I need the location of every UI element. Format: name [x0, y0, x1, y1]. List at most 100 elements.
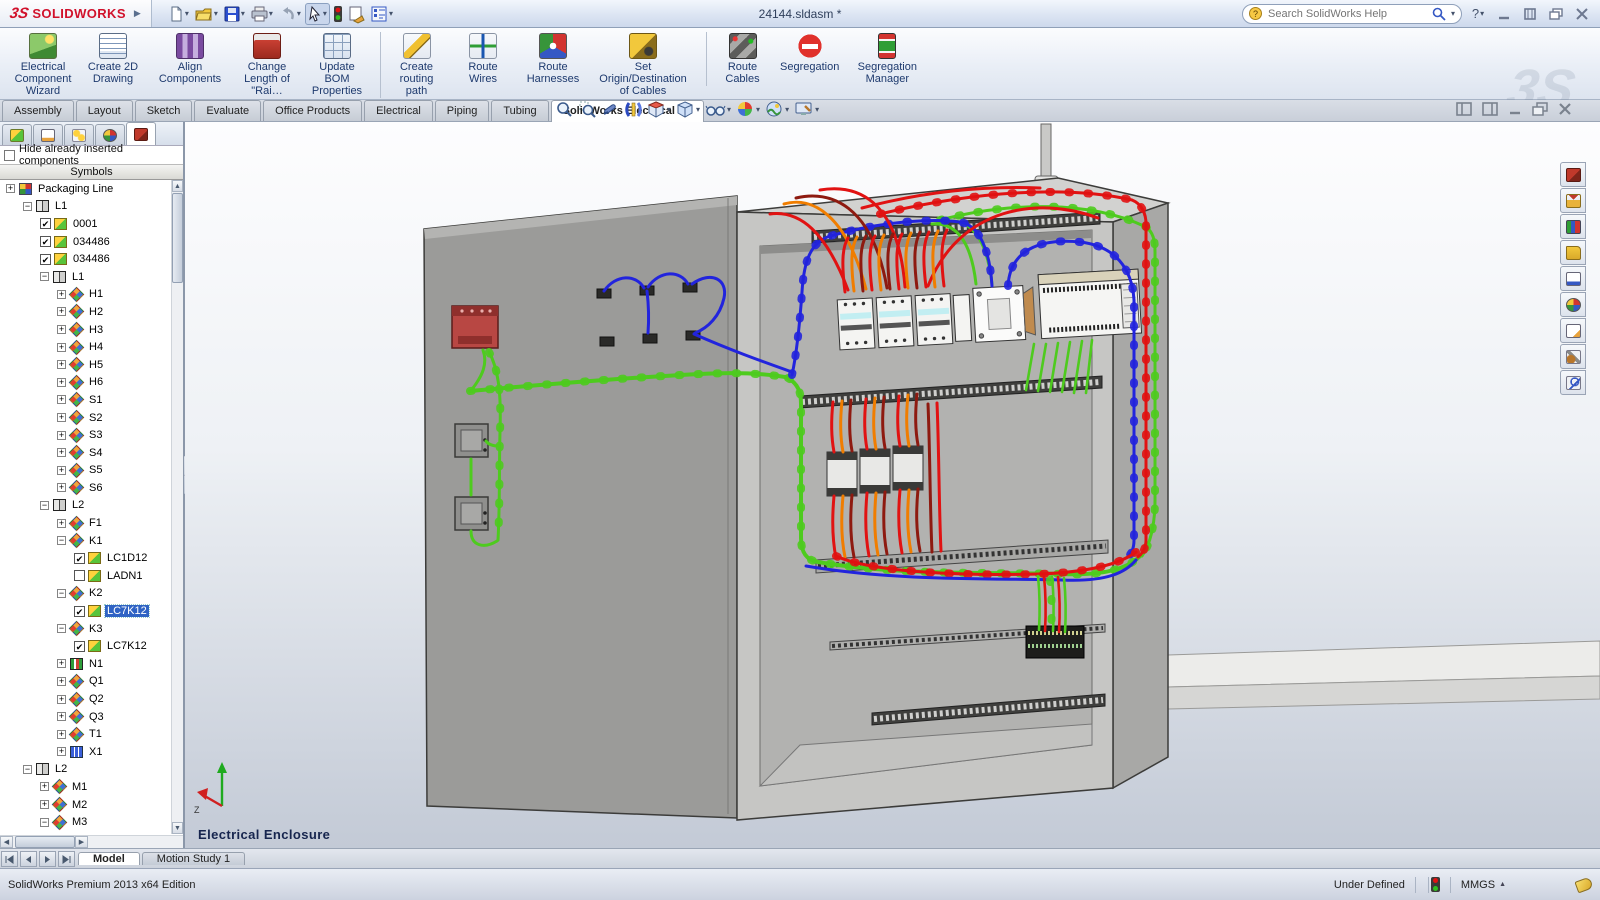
tree-item[interactable]: − M3	[0, 813, 171, 831]
first-tab-button[interactable]	[1, 851, 18, 867]
search-icon[interactable]	[1432, 7, 1446, 21]
tree-item[interactable]: + S2	[0, 409, 171, 427]
tab-electrical-manager[interactable]	[1560, 162, 1586, 187]
scroll-left-button[interactable]: ◀	[0, 836, 13, 848]
minus-toggle[interactable]: −	[57, 536, 66, 545]
minus-toggle[interactable]: −	[23, 765, 32, 774]
tree-item[interactable]: 034486	[0, 233, 171, 251]
plus-toggle[interactable]: +	[40, 782, 49, 791]
help-button[interactable]: ?▾	[1468, 6, 1488, 22]
units-dropdown-arrow[interactable]: ▲	[1499, 881, 1506, 888]
help-search-box[interactable]: ? ▾	[1242, 4, 1462, 24]
plc-module[interactable]	[1038, 269, 1141, 338]
search-scope-arrow[interactable]: ▾	[1451, 9, 1455, 18]
zoom-to-area-button[interactable]	[579, 101, 596, 118]
ribbon-bom-button[interactable]: Update BOM Properties	[304, 32, 370, 98]
search-input[interactable]	[1266, 7, 1428, 21]
plus-toggle[interactable]: +	[57, 395, 66, 404]
plus-toggle[interactable]: +	[57, 343, 66, 352]
tab-layout[interactable]: Layout	[76, 100, 133, 121]
plus-toggle[interactable]: +	[6, 184, 15, 193]
plus-toggle[interactable]: +	[57, 519, 66, 528]
tree-item[interactable]: + S3	[0, 426, 171, 444]
tree-item[interactable]: + M2	[0, 796, 171, 814]
view-settings-button[interactable]: ▾	[795, 102, 819, 118]
visibility-checkbox[interactable]	[74, 606, 85, 617]
tab-office-products[interactable]: Office Products	[263, 100, 362, 121]
scroll-down-button[interactable]: ▼	[172, 822, 183, 834]
tab-file-explorer[interactable]	[1560, 240, 1586, 265]
unit-system-selector[interactable]: MMGS ▲	[1461, 879, 1506, 891]
tab-tubing[interactable]: Tubing	[491, 100, 548, 121]
plus-toggle[interactable]: +	[57, 712, 66, 721]
visibility-checkbox[interactable]	[40, 254, 51, 265]
tree-item[interactable]: − K1	[0, 532, 171, 550]
tree-item[interactable]: + Q3	[0, 708, 171, 726]
plus-toggle[interactable]: +	[57, 695, 66, 704]
tab-hierarchy[interactable]	[64, 124, 94, 145]
ribbon-path-button[interactable]: Create routing path	[380, 32, 446, 98]
tree-item[interactable]: + H1	[0, 286, 171, 304]
tree-item[interactable]: + S5	[0, 462, 171, 480]
tree-item[interactable]: + H2	[0, 303, 171, 321]
scrollbar-thumb[interactable]	[172, 193, 183, 283]
plus-toggle[interactable]: +	[57, 747, 66, 756]
scroll-up-button[interactable]: ▲	[172, 180, 183, 192]
tree-item[interactable]: + H4	[0, 338, 171, 356]
plus-toggle[interactable]: +	[57, 325, 66, 334]
next-tab-button[interactable]	[39, 851, 56, 867]
tree-item[interactable]: 034486	[0, 250, 171, 268]
tree-item[interactable]: + Packaging Line	[0, 180, 171, 198]
restore-document-button[interactable]	[1532, 102, 1548, 116]
ribbon-cables-button[interactable]: Route Cables	[706, 32, 772, 86]
plus-toggle[interactable]: +	[57, 413, 66, 422]
tree-item[interactable]: + S6	[0, 479, 171, 497]
cascade-windows-button[interactable]	[1546, 6, 1566, 22]
tab-solidworks-forum[interactable]	[1560, 370, 1586, 395]
visibility-checkbox[interactable]	[40, 236, 51, 247]
scroll-right-button[interactable]: ▶	[75, 836, 88, 848]
select-tool-button[interactable]: ▾	[305, 3, 330, 25]
tree-item[interactable]: + H5	[0, 356, 171, 374]
minus-toggle[interactable]: −	[40, 272, 49, 281]
tree-item[interactable]: + X1	[0, 743, 171, 761]
dropdown-arrow[interactable]: ▾	[667, 105, 671, 114]
menu-expand-arrow[interactable]: ▶	[134, 8, 141, 19]
minus-toggle[interactable]: −	[40, 818, 49, 827]
tree-item[interactable]: 0001	[0, 215, 171, 233]
scrollbar-thumb[interactable]	[15, 836, 75, 848]
tab-routing-library[interactable]	[1560, 344, 1586, 369]
dropdown-arrow[interactable]: ▾	[756, 105, 760, 114]
file-properties-button[interactable]	[346, 3, 367, 25]
plus-toggle[interactable]: +	[57, 483, 66, 492]
restore-button[interactable]	[1520, 6, 1540, 22]
minus-toggle[interactable]: −	[40, 501, 49, 510]
undo-button[interactable]: ▾	[277, 3, 303, 25]
new-document-button[interactable]: ▾	[166, 3, 191, 25]
display-style-button[interactable]: ▾	[677, 101, 700, 118]
tree-item[interactable]: + S1	[0, 391, 171, 409]
visibility-checkbox[interactable]	[74, 553, 85, 564]
ribbon-wires-button[interactable]: Route Wires	[450, 32, 516, 86]
plus-toggle[interactable]: +	[40, 800, 49, 809]
graphics-viewport[interactable]: Z Electrical Enclosure	[185, 122, 1600, 848]
zoom-to-selection-button[interactable]	[602, 101, 619, 118]
tab-model[interactable]: Model	[78, 852, 140, 865]
visibility-checkbox[interactable]	[40, 218, 51, 229]
tree-item[interactable]: LC7K12	[0, 637, 171, 655]
plus-toggle[interactable]: +	[57, 677, 66, 686]
tree-horizontal-scrollbar[interactable]: ◀ ▶	[0, 835, 183, 848]
ribbon-align-button[interactable]: Align Components	[150, 32, 230, 86]
tree-item[interactable]: + H3	[0, 321, 171, 339]
tab-motion-study-1[interactable]: Motion Study 1	[142, 852, 245, 865]
options-button[interactable]: ▾	[369, 3, 395, 25]
ribbon-drawing2d-button[interactable]: Create 2D Drawing	[80, 32, 146, 86]
plus-toggle[interactable]: +	[57, 360, 66, 369]
tree-item[interactable]: + Q2	[0, 690, 171, 708]
tab-piping[interactable]: Piping	[435, 100, 490, 121]
tree-item[interactable]: − K3	[0, 620, 171, 638]
plus-toggle[interactable]: +	[57, 378, 66, 387]
tree-item[interactable]: + M1	[0, 778, 171, 796]
save-button[interactable]: ▾	[222, 3, 247, 25]
tab-view-palette[interactable]	[1560, 266, 1586, 291]
